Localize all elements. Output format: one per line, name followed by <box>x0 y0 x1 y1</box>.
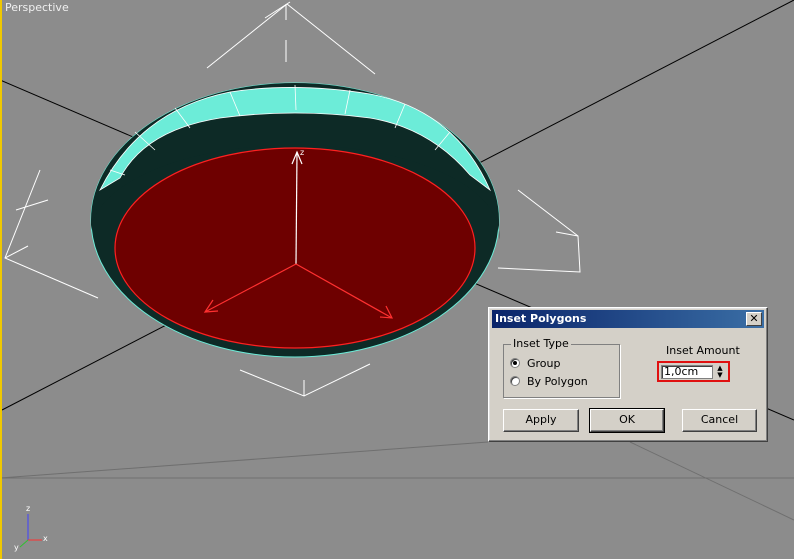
inset-type-label: Inset Type <box>511 337 571 350</box>
radio-by-polygon-option[interactable]: By Polygon <box>510 374 588 388</box>
inset-amount-label: Inset Amount <box>666 344 740 357</box>
viewport-scene: z <box>0 0 794 548</box>
inset-amount-input[interactable]: 1,0cm <box>661 365 713 379</box>
radio-by-polygon-label: By Polygon <box>527 374 588 388</box>
viewport-perspective[interactable]: z Perspective z x y Inset Polygons ✕ Ins… <box>0 0 794 559</box>
axis-tripod <box>19 514 42 548</box>
apply-button[interactable]: Apply <box>503 409 579 432</box>
inset-amount-spinner[interactable]: ▲ ▼ <box>715 365 725 379</box>
dialog-titlebar[interactable]: Inset Polygons ✕ <box>492 310 764 328</box>
dialog-title: Inset Polygons <box>495 312 587 325</box>
axis-z-label: z <box>26 504 31 513</box>
inset-type-group: Inset Type <box>503 337 620 398</box>
close-icon: ✕ <box>749 312 759 325</box>
cylinder-object[interactable] <box>90 82 500 358</box>
spinner-down-icon[interactable]: ▼ <box>715 372 725 379</box>
axis-x-label: x <box>43 534 48 543</box>
ok-button[interactable]: OK <box>589 408 665 433</box>
inset-polygons-dialog: Inset Polygons ✕ Inset Type Group By Pol… <box>488 307 768 442</box>
close-button[interactable]: ✕ <box>746 312 762 326</box>
axis-y-label: y <box>14 543 19 552</box>
radio-by-polygon[interactable] <box>510 376 520 386</box>
viewport-label[interactable]: Perspective <box>5 1 69 14</box>
home-grid <box>0 441 794 521</box>
active-viewport-border <box>0 0 2 559</box>
cancel-button[interactable]: Cancel <box>682 409 757 432</box>
radio-group[interactable] <box>510 358 520 368</box>
radio-group-label: Group <box>527 356 561 370</box>
radio-group-option[interactable]: Group <box>510 356 561 370</box>
gizmo-z-label: z <box>300 148 304 157</box>
